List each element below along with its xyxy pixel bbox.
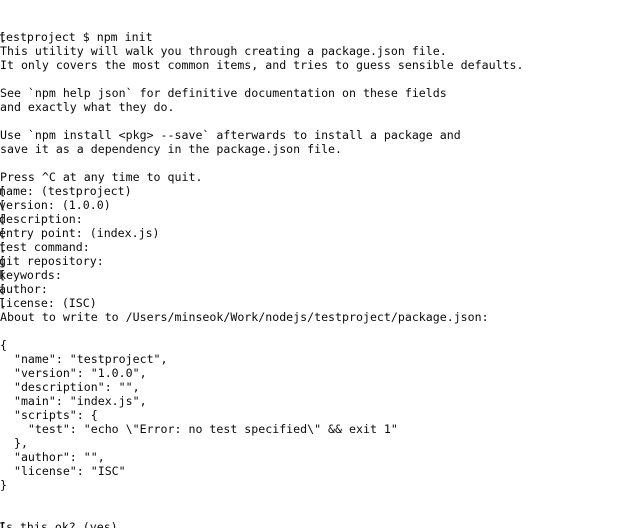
terminal-line-text: "main": "index.js", xyxy=(0,394,147,408)
terminal-line-text: } xyxy=(0,478,7,492)
terminal-line-text: It only covers the most common items, an… xyxy=(0,58,524,72)
terminal-line-help-2: and exactly what they do. xyxy=(0,100,640,114)
terminal-line-prompt-entry-point: [entry point: (index.js) xyxy=(0,226,640,240)
terminal-line-text: save it as a dependency in the package.j… xyxy=(0,142,343,156)
terminal-line-prompt-name: [name: (testproject) xyxy=(0,184,640,198)
terminal-line-text: See `npm help json` for definitive docum… xyxy=(0,86,447,100)
terminal-line-text: "description": "", xyxy=(0,380,140,394)
terminal-line-json-scripts-open: "scripts": { xyxy=(0,408,640,422)
terminal-line-text: git repository: xyxy=(0,254,104,268)
terminal-line-text: "license": "ISC" xyxy=(0,464,126,478)
terminal-line-text: "author": "", xyxy=(0,450,105,464)
terminal-line-install-2: save it as a dependency in the package.j… xyxy=(0,142,640,156)
terminal-line-text: Is this ok? (yes) xyxy=(0,520,118,528)
terminal-line-prompt-git-repository: [git repository: xyxy=(0,254,640,268)
terminal-line-text: { xyxy=(0,338,7,352)
terminal-line-blank-4 xyxy=(0,324,640,338)
terminal-line-blank-2 xyxy=(0,114,640,128)
terminal-line-json-license: "license": "ISC" xyxy=(0,464,640,478)
terminal-line-prompt-description: [description: xyxy=(0,212,640,226)
terminal-screen[interactable]: [testproject $ npm initThis utility will… xyxy=(0,2,640,528)
terminal-line-text: name: (testproject) xyxy=(0,184,132,198)
terminal-line-json-main: "main": "index.js", xyxy=(0,394,640,408)
terminal-line-install-1: Use `npm install <pkg> --save` afterward… xyxy=(0,128,640,142)
terminal-line-quit-hint: Press ^C at any time to quit. xyxy=(0,170,640,184)
terminal-line-cmd: [testproject $ npm init xyxy=(0,30,640,44)
terminal-line-intro-2: It only covers the most common items, an… xyxy=(0,58,640,72)
terminal-line-blank-3 xyxy=(0,156,640,170)
terminal-line-json-description: "description": "", xyxy=(0,380,640,394)
terminal-line-about-to-write: About to write to /Users/minseok/Work/no… xyxy=(0,310,640,324)
terminal-line-text: description: xyxy=(0,212,83,226)
terminal-line-json-open: { xyxy=(0,338,640,352)
terminal-line-text: About to write to /Users/minseok/Work/no… xyxy=(0,310,489,324)
terminal-line-text: testproject $ npm init xyxy=(0,30,153,44)
terminal-line-text: test command: xyxy=(0,240,90,254)
terminal-window[interactable]: [testproject $ npm initThis utility will… xyxy=(0,0,640,528)
terminal-line-prompt-keywords: [keywords: xyxy=(0,268,640,282)
terminal-line-intro-1: This utility will walk you through creat… xyxy=(0,44,640,58)
terminal-line-prompt-license: [license: (ISC) xyxy=(0,296,640,310)
terminal-line-text: Press ^C at any time to quit. xyxy=(0,170,203,184)
terminal-output: [testproject $ npm initThis utility will… xyxy=(0,30,640,528)
terminal-line-text: This utility will walk you through creat… xyxy=(0,44,447,58)
terminal-line-help-1: See `npm help json` for definitive docum… xyxy=(0,86,640,100)
terminal-line-text: "scripts": { xyxy=(0,408,98,422)
terminal-line-text: }, xyxy=(0,436,28,450)
terminal-line-prompt-version: [version: (1.0.0) xyxy=(0,198,640,212)
terminal-line-json-close: } xyxy=(0,478,640,492)
terminal-line-prompt-author: [author: xyxy=(0,282,640,296)
terminal-line-text: entry point: (index.js) xyxy=(0,226,160,240)
terminal-line-text: "name": "testproject", xyxy=(0,352,168,366)
terminal-line-text: "test": "echo \"Error: no test specified… xyxy=(0,422,398,436)
terminal-line-text: Use `npm install <pkg> --save` afterward… xyxy=(0,128,461,142)
terminal-line-json-version: "version": "1.0.0", xyxy=(0,366,640,380)
terminal-line-json-scripts-test: "test": "echo \"Error: no test specified… xyxy=(0,422,640,436)
terminal-line-text: and exactly what they do. xyxy=(0,100,175,114)
terminal-line-text: author: xyxy=(0,282,48,296)
terminal-line-json-name: "name": "testproject", xyxy=(0,352,640,366)
terminal-line-prompt-test-command: [test command: xyxy=(0,240,640,254)
terminal-line-json-scripts-close: }, xyxy=(0,436,640,450)
terminal-line-text: "version": "1.0.0", xyxy=(0,366,147,380)
terminal-line-text: keywords: xyxy=(0,268,62,282)
terminal-line-text: version: (1.0.0) xyxy=(0,198,111,212)
terminal-line-blank-6 xyxy=(0,506,640,520)
terminal-line-confirm: [Is this ok? (yes) xyxy=(0,520,640,528)
terminal-line-blank-5 xyxy=(0,492,640,506)
terminal-line-json-author: "author": "", xyxy=(0,450,640,464)
terminal-line-blank-1 xyxy=(0,72,640,86)
terminal-line-text: license: (ISC) xyxy=(0,296,97,310)
